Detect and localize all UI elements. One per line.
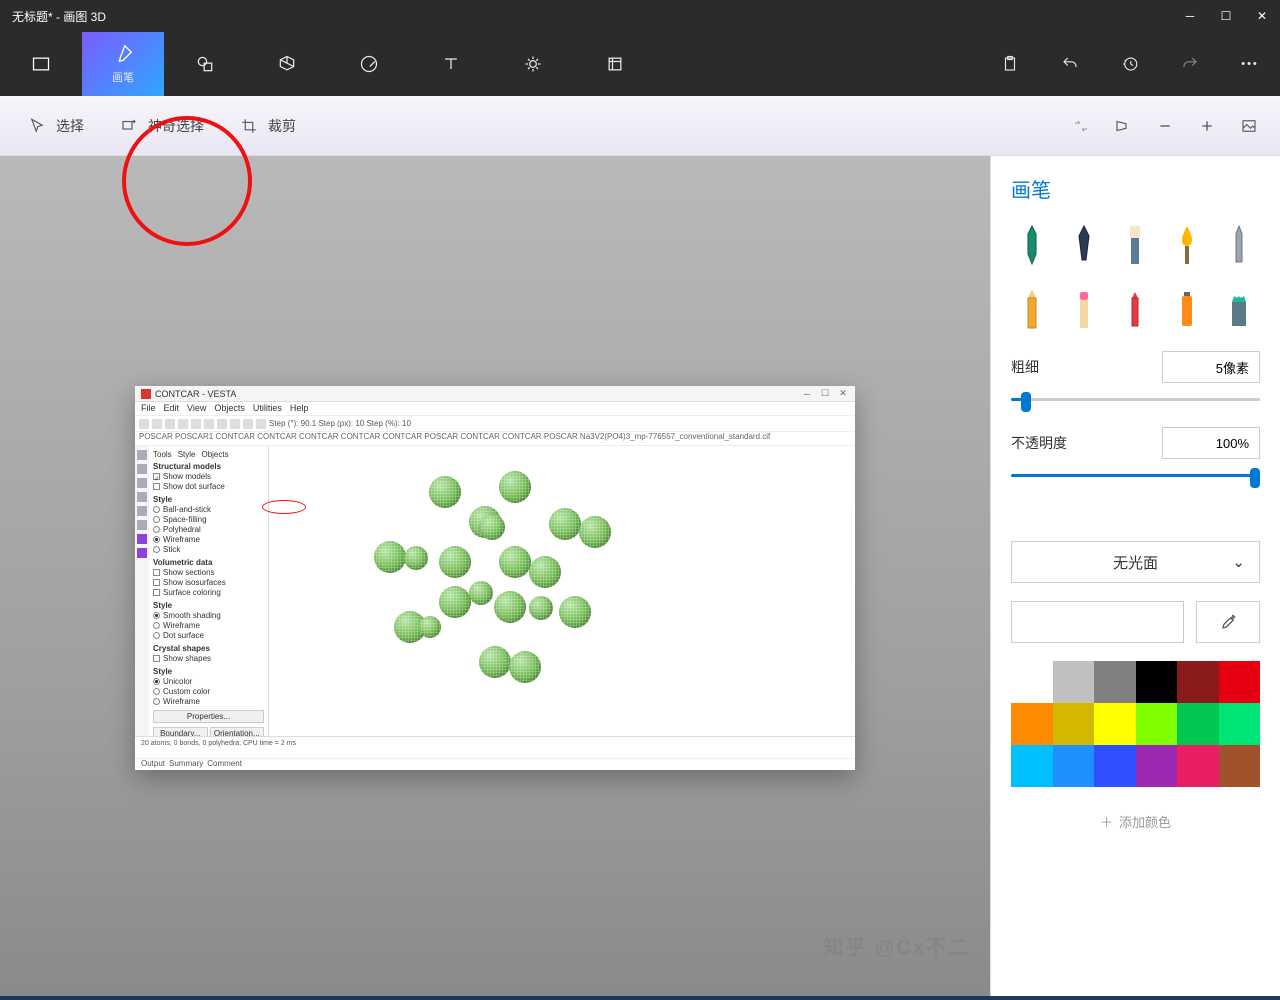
opacity-slider[interactable] [1011,465,1260,485]
close-button[interactable]: ✕ [1256,10,1268,22]
color-swatch[interactable] [1136,661,1178,703]
zoom-in-icon[interactable] [1190,109,1224,143]
vesta-file-tabs: POSCAR POSCAR1 CONTCAR CONTCAR CONTCAR C… [135,432,855,446]
eyedropper-button[interactable] [1196,601,1260,643]
undo-button[interactable] [1040,32,1100,96]
canvas-area[interactable]: CONTCAR - VESTA ─ ☐ ✕ FileEditViewObject… [0,156,990,1000]
thickness-label: 粗细 [1011,357,1039,377]
zoom-out-icon[interactable] [1148,109,1182,143]
flip-icon[interactable] [1064,109,1098,143]
brush-grid [1011,221,1260,333]
image-icon[interactable] [1232,109,1266,143]
text-tab[interactable] [410,32,492,96]
vesta-close: ✕ [837,388,849,399]
color-swatch[interactable] [1094,661,1136,703]
pen-brush[interactable] [1218,221,1260,269]
3d-shapes-tab[interactable] [246,32,328,96]
vesta-toolbar: Step (°): 90.1 Step (px): 10 Step (%): 1… [135,416,855,432]
redo-button[interactable] [1160,32,1220,96]
color-swatch[interactable] [1011,703,1053,745]
chevron-down-icon: ⌄ [1232,553,1245,571]
color-swatch[interactable] [1094,703,1136,745]
pencil-brush[interactable] [1011,285,1053,333]
watermark: 知乎 @Cx不二 [823,931,970,960]
taskbar [0,996,1280,1000]
color-swatch[interactable] [1011,745,1053,787]
color-swatch[interactable] [1136,703,1178,745]
vesta-log: 20 atoms, 0 bonds, 0 polyhedra; CPU time… [135,736,855,758]
vesta-3d-view [269,446,855,736]
color-swatch[interactable] [1053,703,1095,745]
color-swatch[interactable] [1011,661,1053,703]
marker-brush[interactable] [1011,221,1053,269]
paste-button[interactable] [980,32,1040,96]
vesta-style-panel: ToolsStyleObjects Structural models Show… [149,446,269,736]
panel-title: 画笔 [1011,174,1260,203]
maximize-button[interactable]: ☐ [1220,10,1232,22]
vesta-maximize: ☐ [819,388,831,399]
eraser-brush[interactable] [1063,285,1105,333]
spray-brush[interactable] [1166,285,1208,333]
annotation-oval [262,500,306,514]
titlebar: 无标题* - 画图 3D ─ ☐ ✕ [0,0,1280,32]
color-swatch[interactable] [1177,703,1219,745]
brush-panel: 画笔 粗细 不透明度 [990,156,1280,1000]
color-swatch[interactable] [1177,661,1219,703]
color-swatches [1011,661,1260,787]
color-swatch[interactable] [1136,745,1178,787]
add-color-button[interactable]: ＋ 添加颜色 [1011,805,1260,837]
opacity-input[interactable] [1162,427,1260,459]
color-swatch[interactable] [1219,703,1261,745]
select-tool[interactable]: 选择 [14,108,98,144]
fill-brush[interactable] [1218,285,1260,333]
annotation-circle [122,116,252,246]
vesta-app-icon [141,389,151,399]
color-swatch[interactable] [1219,745,1261,787]
vesta-bottom-tabs: OutputSummaryComment [135,758,855,770]
vesta-title: CONTCAR - VESTA [155,389,795,399]
color-swatch[interactable] [1219,661,1261,703]
minimize-button[interactable]: ─ [1184,10,1196,22]
vesta-menubar: FileEditViewObjectsUtilitiesHelp [135,402,855,416]
vesta-sidebar [135,446,149,736]
history-button[interactable] [1100,32,1160,96]
crayon-brush[interactable] [1115,285,1157,333]
plus-icon: ＋ [1100,812,1113,831]
color-swatch[interactable] [1053,661,1095,703]
more-button[interactable]: ••• [1220,32,1280,96]
vesta-window: CONTCAR - VESTA ─ ☐ ✕ FileEditViewObject… [135,386,855,770]
current-color[interactable] [1011,601,1184,643]
surface-dropdown[interactable]: 无光面 ⌄ [1011,541,1260,583]
watercolor-brush[interactable] [1166,221,1208,269]
color-swatch[interactable] [1094,745,1136,787]
main-toolbar: 画笔 ••• [0,32,1280,96]
window-title: 无标题* - 画图 3D [12,8,106,25]
effects-tab[interactable] [492,32,574,96]
vesta-minimize: ─ [801,389,813,399]
menu-button[interactable] [0,32,82,96]
opacity-label: 不透明度 [1011,433,1067,453]
stickers-tab[interactable] [328,32,410,96]
calligraphy-brush[interactable] [1063,221,1105,269]
2d-shapes-tab[interactable] [164,32,246,96]
brush-tab[interactable]: 画笔 [82,32,164,96]
color-swatch[interactable] [1177,745,1219,787]
flat-brush[interactable] [1115,221,1157,269]
thickness-slider[interactable] [1011,389,1260,409]
crop-tool[interactable]: 裁剪 [226,108,310,144]
color-swatch[interactable] [1053,745,1095,787]
perspective-icon[interactable] [1106,109,1140,143]
thickness-input[interactable] [1162,351,1260,383]
canvas-tab[interactable] [574,32,656,96]
